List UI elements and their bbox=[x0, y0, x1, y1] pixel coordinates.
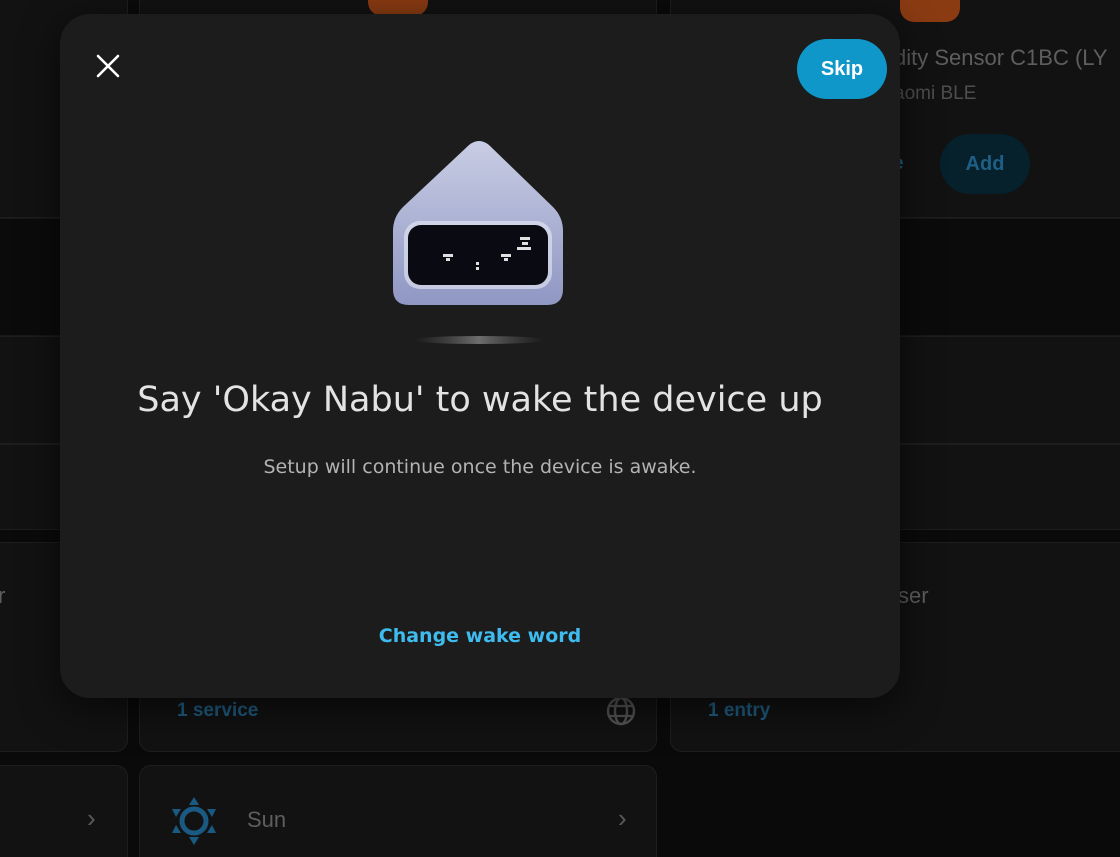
wake-word-dialog: Skip Say 'Okay Nabu' to wake the device … bbox=[60, 14, 900, 698]
integration-card-sun[interactable] bbox=[139, 765, 657, 857]
globe-icon bbox=[605, 695, 637, 732]
services-link[interactable]: 1 service bbox=[177, 700, 258, 722]
dialog-subtitle: Setup will continue once the device is a… bbox=[263, 456, 697, 478]
integration-card-row5-left[interactable] bbox=[0, 765, 128, 857]
integration-name-partial: ser bbox=[898, 583, 929, 608]
entries-link[interactable]: 1 entry bbox=[708, 700, 770, 722]
chevron-right-icon: › bbox=[618, 803, 627, 833]
sun-integration-name: Sun bbox=[247, 807, 287, 832]
dialog-title: Say 'Okay Nabu' to wake the device up bbox=[137, 380, 823, 420]
skip-button[interactable]: Skip bbox=[797, 39, 887, 99]
brand-logo bbox=[900, 0, 960, 22]
integration-name-partial: r bbox=[0, 583, 6, 608]
close-icon bbox=[96, 54, 120, 78]
add-button[interactable]: Add bbox=[940, 134, 1030, 194]
change-wake-word-link[interactable]: Change wake word bbox=[60, 625, 900, 647]
close-button[interactable] bbox=[88, 46, 128, 86]
discovered-device-integration: aomi BLE bbox=[894, 83, 977, 104]
chevron-right-icon: › bbox=[87, 803, 96, 833]
discovered-device-name: dity Sensor C1BC (LY bbox=[894, 45, 1108, 70]
sun-icon bbox=[172, 797, 216, 850]
page: dity Sensor C1BC (LY aomi BLE e Add r 1 … bbox=[0, 0, 1120, 857]
voice-assistant-illustration bbox=[387, 139, 577, 354]
